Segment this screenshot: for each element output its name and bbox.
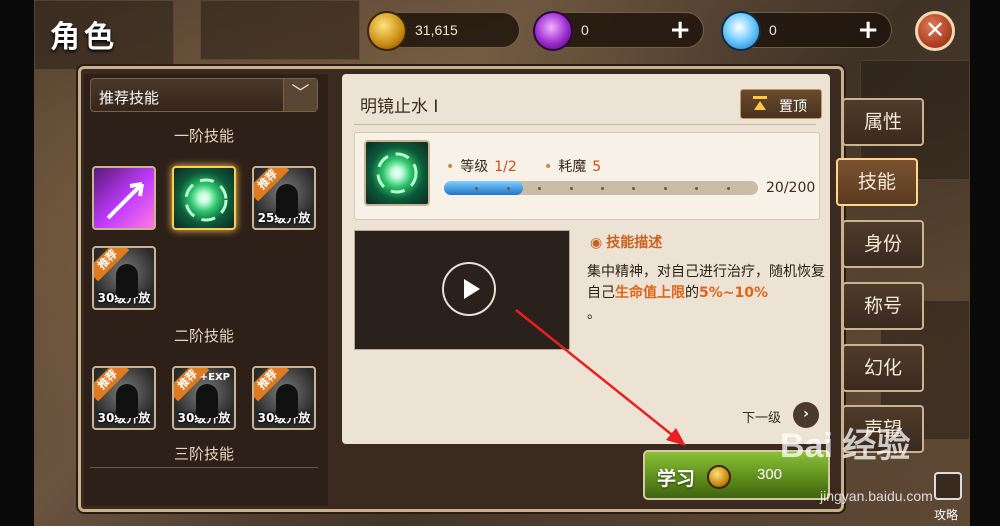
guide-icon[interactable] <box>934 472 962 500</box>
game-screen: 角色 31,615 0 + 0 + ✕ 推荐技能 ﹀ 一阶技能 推荐 25级开放… <box>0 0 1000 526</box>
guide-label[interactable]: 攻略 <box>934 506 958 523</box>
watermark-url: jingyan.baidu.com <box>820 488 933 504</box>
watermark-logo: Bai 经验 <box>780 427 911 465</box>
